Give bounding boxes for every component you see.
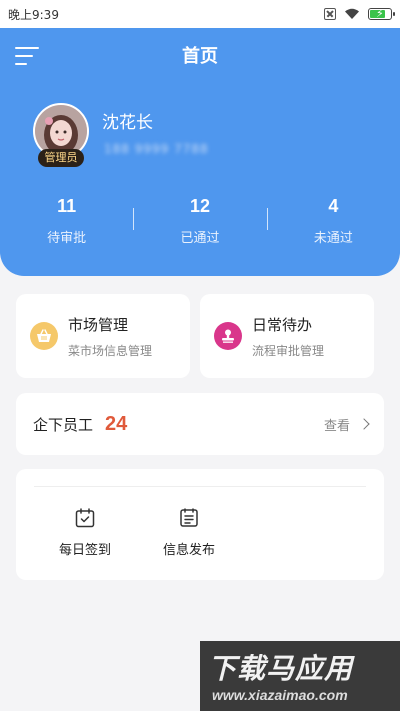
user-phone: 188 9999 7788 (104, 142, 209, 156)
avatar[interactable]: 管理员 (33, 103, 89, 167)
daily-checkin-label: 每日签到 (58, 543, 111, 558)
wifi-icon (345, 8, 359, 19)
watermark-url: www.xiazaimao.com (212, 687, 348, 703)
daily-todo-subtitle: 流程审批管理 (252, 343, 325, 358)
daily-todo-card[interactable]: 日常待办 流程审批管理 (200, 294, 374, 378)
status-time: 晚上9:39 (8, 7, 59, 22)
stat-pending-label: 待审批 (47, 231, 87, 246)
publish-info-button[interactable]: 信息发布 (144, 507, 234, 558)
user-name: 沈花长 (102, 113, 153, 132)
daily-todo-title: 日常待办 (252, 315, 313, 334)
stamp-icon (214, 322, 242, 350)
stat-pending[interactable]: 11 待审批 (0, 196, 133, 246)
approval-stats: 11 待审批 12 已通过 4 未通过 (0, 196, 400, 246)
watermark-logo: 下载马应用 www.xiazaimao.com (200, 641, 400, 711)
market-management-card[interactable]: 市场管理 菜市场信息管理 (16, 294, 190, 378)
view-staff-label: 查看 (323, 418, 350, 434)
profile-header: 首页 管理员 沈花长 188 9999 7788 11 待审批 12 已通过 4… (0, 28, 400, 276)
stat-approved-label: 已通过 (180, 231, 220, 246)
stat-approved[interactable]: 12 已通过 (133, 196, 266, 246)
document-icon (180, 508, 198, 527)
tools-card: 每日签到 信息发布 (16, 469, 384, 580)
market-management-subtitle: 菜市场信息管理 (68, 343, 153, 358)
stat-pending-value: 11 (57, 196, 77, 216)
publish-info-label: 信息发布 (162, 543, 215, 558)
status-icons: ⚡ (324, 7, 395, 20)
daily-checkin-button[interactable]: 每日签到 (40, 507, 130, 558)
page-title: 首页 (182, 46, 218, 66)
view-staff-link[interactable]: 查看 (323, 415, 370, 434)
no-sim-icon (324, 8, 336, 20)
calendar-check-icon (75, 508, 95, 528)
role-badge: 管理员 (38, 149, 84, 167)
stat-approved-value: 12 (189, 196, 210, 216)
basket-icon (30, 322, 58, 350)
staff-count: 24 (105, 412, 128, 435)
stat-rejected-value: 4 (328, 196, 339, 216)
battery-icon: ⚡ (368, 7, 395, 20)
chevron-right-icon (358, 418, 370, 430)
watermark-title: 下载马应用 (208, 652, 354, 685)
divider (34, 486, 366, 487)
staff-label: 企下员工 (33, 415, 94, 434)
stat-rejected-label: 未通过 (313, 231, 353, 246)
status-bar: 晚上9:39 ⚡ (0, 0, 400, 28)
stat-rejected[interactable]: 4 未通过 (266, 196, 400, 246)
market-management-title: 市场管理 (68, 315, 129, 334)
staff-card[interactable]: 企下员工 24 查看 (16, 393, 384, 455)
